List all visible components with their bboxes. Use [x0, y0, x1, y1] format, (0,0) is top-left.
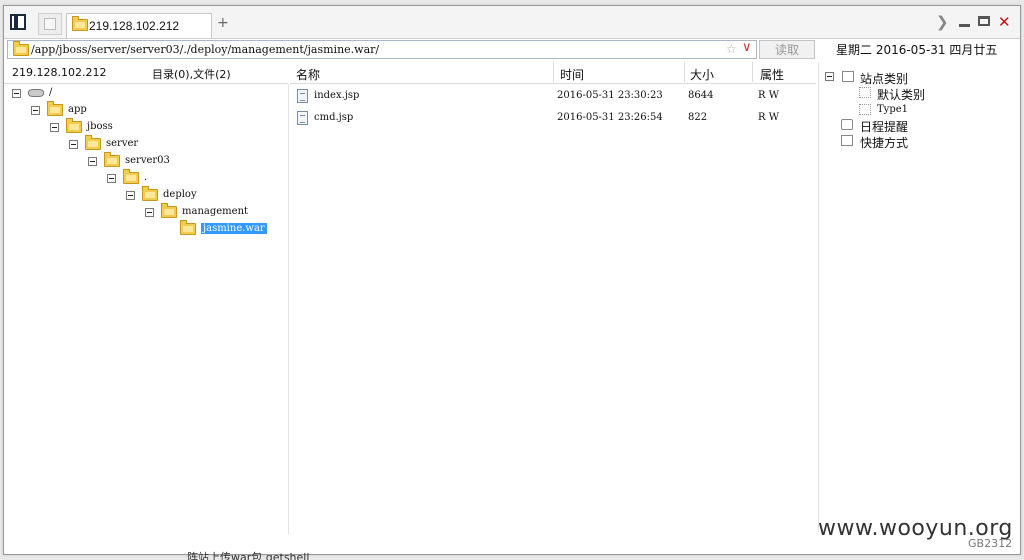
site-panel: 站点类别 默认类别 Type1 日程提醒 快捷方式 — [818, 62, 1017, 532]
category-icon — [859, 87, 871, 98]
file-row[interactable]: index.jsp 2016-05-31 23:30:23 8644 R W — [290, 87, 816, 107]
collapse-icon[interactable] — [50, 123, 59, 132]
schedule-icon — [841, 119, 853, 130]
page-icon — [44, 18, 56, 30]
directory-tree: / app jboss server server03 . deploy man… — [4, 84, 289, 534]
file-name: cmd.jsp — [314, 112, 354, 123]
star-icon[interactable]: ☆ — [726, 42, 737, 56]
app-window: 219.128.102.212 + ❯ ✕ /app/jboss/server/… — [3, 5, 1021, 555]
column-divider[interactable] — [752, 62, 753, 82]
column-size[interactable]: 大小 — [690, 66, 714, 83]
collapse-icon[interactable] — [126, 191, 135, 200]
tree-node-label: jasmine.war — [201, 223, 267, 234]
server-ip: 219.128.102.212 — [12, 66, 107, 79]
background-text: 阵站上传war包 getshell — [187, 551, 310, 560]
tree-node-label: server03 — [125, 155, 170, 166]
sidebar-toggle-icon[interactable] — [10, 14, 26, 30]
folder-icon — [123, 169, 139, 184]
column-divider[interactable] — [684, 62, 685, 82]
column-attr[interactable]: 属性 — [760, 66, 784, 83]
folder-icon — [72, 16, 88, 31]
blank-tab[interactable] — [38, 13, 62, 35]
type1-label: Type1 — [877, 104, 909, 115]
file-time: 2016-05-31 23:30:23 — [557, 90, 663, 101]
collapse-icon[interactable] — [107, 174, 116, 183]
shortcut-icon — [841, 135, 853, 146]
left-panel-header: 219.128.102.212 目录(0),文件(2) — [4, 62, 288, 84]
collapse-icon[interactable] — [69, 140, 78, 149]
add-tab-button[interactable]: + — [217, 15, 229, 31]
folder-icon — [104, 152, 120, 167]
read-button[interactable]: 读取 — [759, 40, 815, 59]
folder-icon — [66, 118, 82, 133]
tab-active[interactable]: 219.128.102.212 — [66, 13, 212, 38]
folder-icon — [13, 41, 29, 56]
file-time: 2016-05-31 23:26:54 — [557, 112, 663, 123]
file-icon — [297, 111, 308, 125]
folder-icon — [85, 135, 101, 150]
tree-node-label: deploy — [163, 189, 197, 200]
tab-bar: 219.128.102.212 + ❯ ✕ — [4, 6, 1020, 39]
default-category-label: 默认类别 — [877, 88, 926, 102]
collapse-icon[interactable] — [31, 106, 40, 115]
file-size: 8644 — [688, 90, 714, 101]
minimize-icon[interactable] — [959, 24, 970, 27]
folder-icon — [142, 186, 158, 201]
file-icon — [297, 89, 308, 103]
folder-icon — [47, 101, 63, 116]
shortcut-label: 快捷方式 — [860, 136, 909, 150]
file-name: index.jsp — [314, 90, 360, 101]
maximize-icon[interactable] — [978, 16, 990, 26]
collapse-icon[interactable] — [88, 157, 97, 166]
folder-open-icon — [180, 220, 196, 235]
chevron-right-icon[interactable]: ❯ — [936, 13, 949, 31]
close-icon[interactable]: ✕ — [998, 13, 1011, 31]
tree-node-label: management — [182, 206, 249, 217]
tree-node-label: . — [144, 172, 148, 183]
address-path[interactable]: /app/jboss/server/server03/./deploy/mana… — [31, 43, 379, 56]
category-icon — [842, 71, 854, 82]
file-size: 822 — [688, 112, 708, 123]
collapse-icon[interactable] — [825, 72, 834, 81]
site-category-label: 站点类别 — [860, 72, 909, 86]
tree-node-label: jboss — [87, 121, 113, 132]
tree-node-label: server — [106, 138, 139, 149]
category-icon — [859, 104, 871, 115]
chevron-down-icon[interactable]: ∨ — [742, 40, 752, 55]
column-time[interactable]: 时间 — [560, 66, 584, 83]
file-attr: R W — [758, 112, 779, 123]
column-name[interactable]: 名称 — [296, 66, 320, 83]
encoding-label: GB2312 — [968, 537, 1013, 550]
column-divider[interactable] — [553, 62, 554, 82]
collapse-icon[interactable] — [12, 89, 21, 98]
drive-icon — [28, 89, 44, 97]
schedule-label: 日程提醒 — [860, 120, 909, 134]
file-list-header: 名称 时间 大小 属性 — [290, 62, 816, 84]
folder-icon — [161, 203, 177, 218]
file-row[interactable]: cmd.jsp 2016-05-31 23:26:54 822 R W — [290, 109, 816, 129]
date-display: 星期二 2016-05-31 四月廿五 — [836, 43, 998, 57]
tree-node-label: app — [68, 104, 87, 115]
tab-title: 219.128.102.212 — [89, 19, 180, 33]
tree-node-label: / — [49, 87, 53, 98]
address-bar[interactable]: /app/jboss/server/server03/./deploy/mana… — [7, 40, 757, 59]
dir-file-count: 目录(0),文件(2) — [152, 68, 231, 81]
file-attr: R W — [758, 90, 779, 101]
collapse-icon[interactable] — [145, 208, 154, 217]
